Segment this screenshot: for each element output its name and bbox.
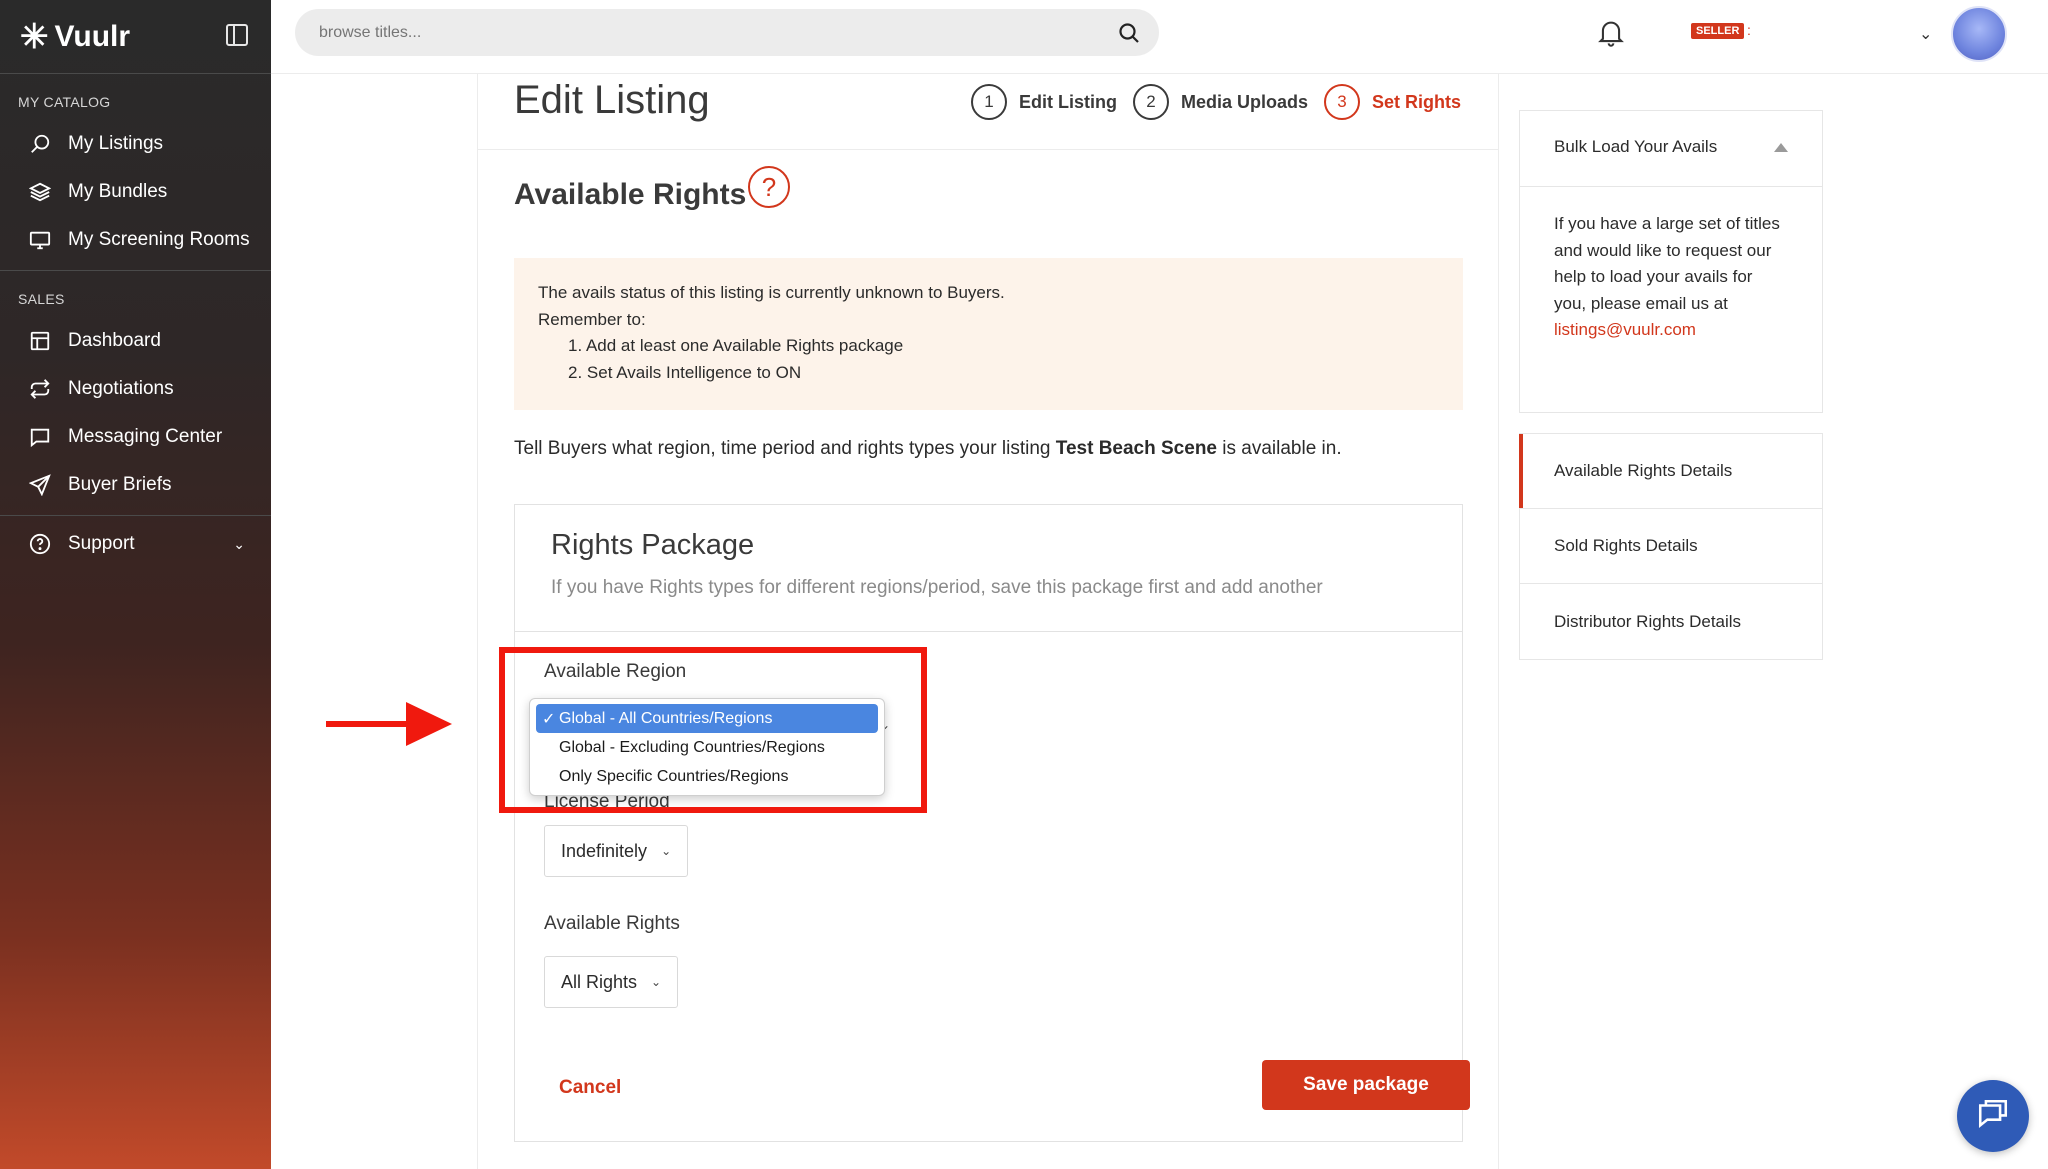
rights-label: Available Rights bbox=[544, 913, 680, 934]
search-input[interactable] bbox=[295, 9, 1159, 56]
step-edit-listing[interactable]: 1 Edit Listing bbox=[970, 84, 1117, 120]
sidebar-item-my-listings[interactable]: My Listings bbox=[0, 120, 271, 168]
sidebar-item-negotiations[interactable]: Negotiations bbox=[0, 365, 271, 413]
intro-before: Tell Buyers what region, time period and… bbox=[514, 438, 1056, 459]
chevron-down-icon[interactable]: ⌄ bbox=[233, 536, 245, 553]
notice-line: The avails status of this listing is cur… bbox=[538, 283, 1005, 302]
notice-item: 2. Set Avails Intelligence to ON bbox=[568, 362, 802, 382]
caret-up-icon[interactable] bbox=[1774, 143, 1788, 152]
bulk-load-text: If you have a large set of titles and wo… bbox=[1554, 214, 1780, 313]
help-icon[interactable]: ? bbox=[748, 166, 790, 208]
search-icon[interactable] bbox=[1117, 21, 1141, 50]
nav-sold-rights-details[interactable]: Sold Rights Details bbox=[1520, 509, 1822, 584]
sidebar-item-support[interactable]: Support ⌄ bbox=[0, 520, 271, 568]
sidebar-item-messaging-center[interactable]: Messaging Center bbox=[0, 413, 271, 461]
intro-text: Tell Buyers what region, time period and… bbox=[514, 438, 1342, 460]
brand: ✳ Vuulr bbox=[0, 0, 271, 74]
stepper: 1 Edit Listing 2 Media Uploads 3 Set Rig… bbox=[970, 84, 1461, 120]
step-number: 3 bbox=[1323, 84, 1360, 120]
message-icon bbox=[28, 425, 52, 449]
sidebar-item-my-screening-rooms[interactable]: My Screening Rooms bbox=[0, 216, 271, 264]
step-set-rights[interactable]: 3 Set Rights bbox=[1323, 84, 1461, 120]
sidebar-item-label: Buyer Briefs bbox=[68, 474, 172, 495]
sidebar-item-label: Messaging Center bbox=[68, 426, 223, 447]
step-label: Set Rights bbox=[1371, 91, 1461, 112]
license-period-value: Indefinitely bbox=[561, 840, 648, 861]
page-title: Edit Listing bbox=[514, 78, 710, 122]
sidebar-item-my-bundles[interactable]: My Bundles bbox=[0, 168, 271, 216]
sidebar-item-buyer-briefs[interactable]: Buyer Briefs bbox=[0, 461, 271, 509]
brand-name: Vuulr bbox=[54, 19, 131, 53]
monitor-icon bbox=[28, 228, 52, 252]
sidebar-item-label: Dashboard bbox=[68, 330, 161, 351]
intro-after: is available in. bbox=[1217, 438, 1342, 459]
dashboard-icon bbox=[28, 329, 52, 353]
email-link[interactable]: listings@vuulr.com bbox=[1554, 320, 1696, 339]
sidebar-item-label: My Listings bbox=[68, 133, 164, 154]
listing-title: Test Beach Scene bbox=[1055, 438, 1217, 459]
chevron-down-icon: ⌄ bbox=[651, 975, 662, 989]
section-title: Available Rights bbox=[514, 178, 747, 211]
highlight-box bbox=[499, 647, 927, 813]
license-period-select[interactable]: Indefinitely ⌄ bbox=[544, 825, 689, 877]
card-header: Rights Package If you have Rights types … bbox=[515, 505, 1462, 632]
exchange-icon bbox=[28, 377, 52, 401]
chat-button[interactable] bbox=[1957, 1080, 2029, 1152]
main-content: Edit Listing 1 Edit Listing 2 Media Uplo… bbox=[477, 74, 1499, 1169]
help-circle-icon bbox=[28, 532, 52, 556]
available-rights-select[interactable]: All Rights ⌄ bbox=[544, 956, 679, 1008]
search-bar bbox=[295, 9, 1159, 56]
chat-icon bbox=[1976, 1097, 2010, 1136]
step-number: 2 bbox=[1132, 84, 1169, 120]
rights-package-card: Rights Package If you have Rights types … bbox=[514, 504, 1470, 1142]
bulk-load-body: If you have a large set of titles and wo… bbox=[1520, 187, 1822, 368]
seller-badge: SELLER bbox=[1691, 23, 1745, 39]
avatar[interactable] bbox=[1951, 6, 2007, 62]
card-subtitle: If you have Rights types for different r… bbox=[551, 577, 1323, 598]
rights-details-nav: Available Rights Details Sold Rights Det… bbox=[1519, 433, 1823, 660]
seller-name[interactable]: : bbox=[1747, 22, 1751, 38]
sidebar-item-dashboard[interactable]: Dashboard bbox=[0, 317, 271, 365]
chevron-down-icon[interactable]: ⌄ bbox=[1919, 24, 1932, 44]
notice-line: Remember to: bbox=[538, 309, 646, 329]
bulk-load-title: Bulk Load Your Avails bbox=[1554, 137, 1718, 156]
notice-item: 1. Add at least one Available Rights pac… bbox=[568, 336, 904, 355]
sidebar-item-label: Support bbox=[68, 533, 135, 554]
sidebar-item-label: Negotiations bbox=[68, 378, 174, 399]
sidebar-divider bbox=[0, 515, 271, 516]
right-panel: Bulk Load Your Avails If you have a larg… bbox=[1519, 110, 1823, 660]
step-label: Edit Listing bbox=[1018, 91, 1117, 112]
bulk-load-box: Bulk Load Your Avails If you have a larg… bbox=[1519, 110, 1823, 413]
chevron-down-icon: ⌄ bbox=[661, 844, 672, 858]
bulk-load-header[interactable]: Bulk Load Your Avails bbox=[1520, 111, 1822, 187]
send-icon bbox=[28, 473, 52, 497]
status-notice: The avails status of this listing is cur… bbox=[514, 258, 1463, 410]
step-label: Media Uploads bbox=[1180, 91, 1308, 112]
layers-icon bbox=[28, 180, 52, 204]
section-label-my-catalog: MY CATALOG bbox=[18, 94, 111, 110]
step-media-uploads[interactable]: 2 Media Uploads bbox=[1132, 84, 1308, 120]
vuulr-logo-icon: ✳ bbox=[20, 17, 49, 56]
sidebar-item-label: My Bundles bbox=[68, 181, 168, 202]
available-rights-value: All Rights bbox=[561, 971, 638, 992]
step-number: 1 bbox=[970, 84, 1007, 120]
brand-logo[interactable]: ✳ Vuulr bbox=[20, 17, 130, 57]
nav-available-rights-details[interactable]: Available Rights Details bbox=[1519, 434, 1822, 509]
card-title: Rights Package bbox=[551, 529, 755, 561]
arrow-right-icon bbox=[326, 700, 454, 753]
topbar: SELLER : ⌄ bbox=[271, 0, 2048, 74]
search-icon bbox=[28, 132, 52, 156]
bell-icon[interactable] bbox=[1597, 18, 1625, 53]
sidebar: ✳ Vuulr MY CATALOG My Listings My Bundle… bbox=[0, 0, 271, 1169]
page-header: Edit Listing 1 Edit Listing 2 Media Uplo… bbox=[478, 74, 1498, 150]
cancel-button[interactable]: Cancel bbox=[559, 1077, 621, 1099]
nav-distributor-rights-details[interactable]: Distributor Rights Details bbox=[1520, 584, 1822, 659]
save-package-button[interactable]: Save package bbox=[1262, 1060, 1470, 1110]
sidebar-toggle-icon[interactable] bbox=[226, 24, 248, 46]
sidebar-item-label: My Screening Rooms bbox=[68, 229, 250, 250]
section-label-sales: SALES bbox=[18, 291, 65, 307]
